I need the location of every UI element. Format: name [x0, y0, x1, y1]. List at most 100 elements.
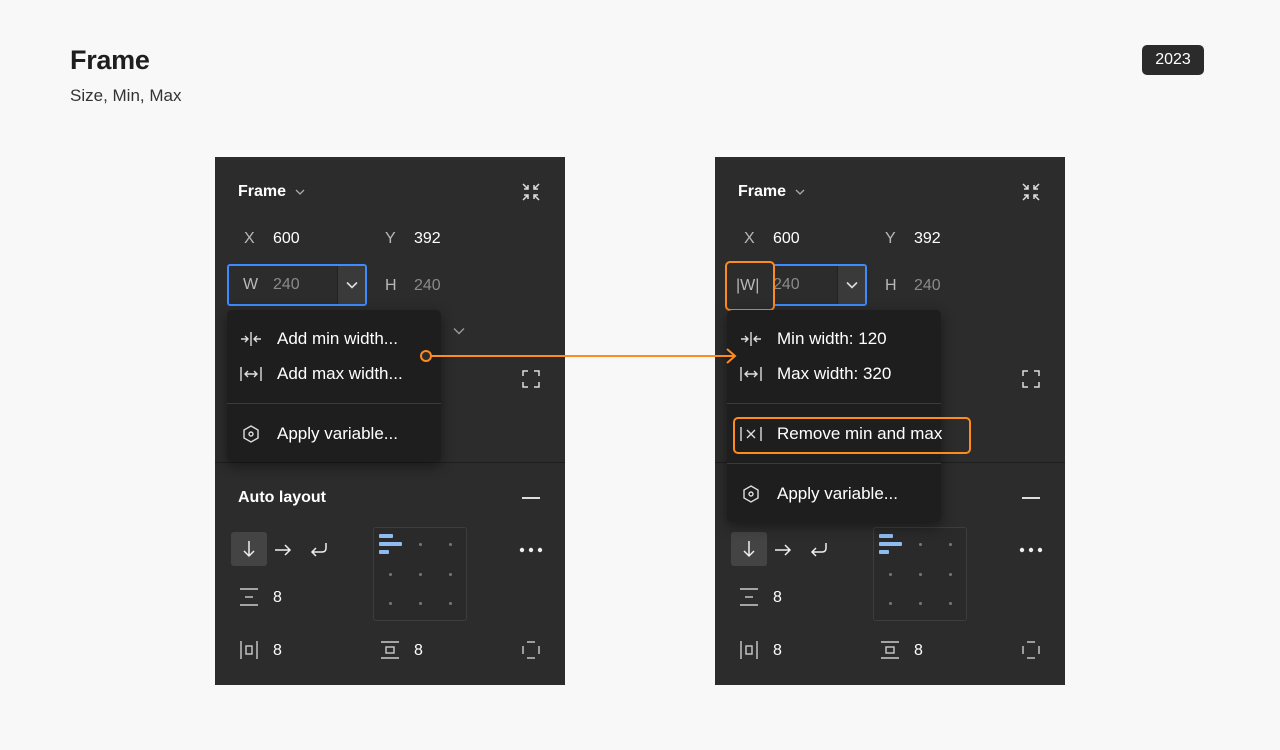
wrap-icon[interactable] [810, 541, 828, 557]
more-options-icon[interactable] [1019, 547, 1043, 553]
menu-separator [727, 403, 941, 404]
grid-dot[interactable] [449, 543, 452, 546]
menu-item-label: Add min width... [277, 329, 398, 348]
width-input-focused[interactable]: W 240 [227, 264, 367, 306]
w-label: W [243, 276, 259, 293]
independent-padding-icon[interactable] [521, 640, 541, 660]
menu-item-label: Apply variable... [277, 424, 398, 443]
grid-dot[interactable] [919, 602, 922, 605]
alignment-grid[interactable] [373, 527, 467, 621]
horizontal-padding-value[interactable]: 8 [773, 641, 782, 661]
chevron-down-icon[interactable] [453, 327, 465, 335]
grid-dot[interactable] [419, 602, 422, 605]
more-options-icon[interactable] [519, 547, 543, 553]
collapse-icon[interactable] [521, 182, 541, 202]
frame-section-title[interactable]: Frame [238, 183, 286, 201]
menu-item-apply-variable[interactable]: Apply variable... [727, 477, 941, 511]
variable-icon [243, 425, 259, 443]
min-max-width-label-highlight: |W| [725, 261, 775, 311]
width-dropdown-menu: Min width: 120 Max width: 320 Remove min… [727, 310, 971, 522]
width-dropdown-button[interactable] [837, 266, 865, 304]
resize-to-fit-icon[interactable] [521, 369, 541, 389]
menu-item-max-width[interactable]: Max width: 320 [727, 357, 941, 391]
menu-separator [227, 403, 441, 404]
grid-dot[interactable] [949, 602, 952, 605]
design-panel-after: Frame X 600 Y 392 240 |W| H 240 8 8 8 Mi… [715, 157, 1065, 685]
frame-section-title[interactable]: Frame [738, 183, 786, 201]
gap-value[interactable]: 8 [273, 588, 282, 608]
y-label: Y [885, 230, 896, 247]
max-width-icon [240, 367, 262, 381]
horizontal-padding-value[interactable]: 8 [273, 641, 282, 661]
menu-item-label: Apply variable... [777, 484, 898, 503]
remove-min-max-highlight [733, 417, 971, 454]
grid-dot[interactable] [949, 573, 952, 576]
alignment-bar [879, 534, 893, 538]
x-input[interactable]: 600 [773, 229, 800, 249]
page-title: Frame [70, 45, 150, 75]
grid-dot[interactable] [449, 602, 452, 605]
grid-dot[interactable] [919, 573, 922, 576]
menu-item-label: Add max width... [277, 364, 403, 383]
alignment-grid[interactable] [873, 527, 967, 621]
grid-dot[interactable] [419, 543, 422, 546]
menu-item-min-width[interactable]: Min width: 120 [727, 322, 941, 356]
w-value[interactable]: 240 [273, 275, 300, 295]
section-divider [215, 462, 565, 463]
variable-icon [743, 485, 759, 503]
remove-auto-layout-icon[interactable] [522, 497, 540, 499]
menu-separator [727, 463, 941, 464]
menu-item-apply-variable[interactable]: Apply variable... [227, 417, 441, 451]
grid-dot[interactable] [389, 573, 392, 576]
grid-dot[interactable] [889, 602, 892, 605]
arrow-down-icon [743, 541, 755, 558]
grid-dot[interactable] [419, 573, 422, 576]
vertical-gap-icon [740, 588, 758, 606]
h-input[interactable]: 240 [914, 276, 941, 296]
gap-value[interactable]: 8 [773, 588, 782, 608]
auto-layout-title: Auto layout [238, 489, 326, 506]
width-dropdown-menu: Add min width... Add max width... Apply … [227, 310, 441, 462]
w-min-max-label: |W| [736, 277, 760, 294]
y-input[interactable]: 392 [414, 229, 441, 249]
direction-vertical-button[interactable] [231, 532, 267, 566]
grid-dot[interactable] [889, 573, 892, 576]
vertical-padding-value[interactable]: 8 [414, 641, 423, 661]
chevron-down-icon[interactable] [795, 188, 805, 196]
remove-auto-layout-icon[interactable] [1022, 497, 1040, 499]
wrap-icon[interactable] [310, 541, 328, 557]
collapse-icon[interactable] [1021, 182, 1041, 202]
horizontal-padding-icon [740, 641, 758, 659]
direction-vertical-button[interactable] [731, 532, 767, 566]
min-width-icon [241, 332, 261, 346]
min-width-icon [741, 332, 761, 346]
menu-item-add-max-width[interactable]: Add max width... [227, 357, 441, 391]
menu-item-label: Min width: 120 [777, 329, 887, 348]
alignment-bar [379, 550, 389, 554]
vertical-gap-icon [240, 588, 258, 606]
year-badge: 2023 [1142, 45, 1204, 75]
resize-to-fit-icon[interactable] [1021, 369, 1041, 389]
x-input[interactable]: 600 [273, 229, 300, 249]
grid-dot[interactable] [919, 543, 922, 546]
y-input[interactable]: 392 [914, 229, 941, 249]
arrow-down-icon [243, 541, 255, 558]
chevron-down-icon[interactable] [295, 188, 305, 196]
w-value[interactable]: 240 [773, 275, 800, 295]
h-input[interactable]: 240 [414, 276, 441, 296]
transition-arrow [420, 348, 737, 364]
grid-dot[interactable] [389, 602, 392, 605]
menu-item-label: Max width: 320 [777, 364, 892, 383]
width-dropdown-button[interactable] [337, 266, 365, 304]
h-label: H [885, 277, 897, 294]
vertical-padding-icon [881, 641, 899, 659]
menu-item-add-min-width[interactable]: Add min width... [227, 322, 441, 356]
arrow-right-icon[interactable] [274, 543, 292, 557]
grid-dot[interactable] [949, 543, 952, 546]
arrow-right-icon[interactable] [774, 543, 792, 557]
max-width-icon [740, 367, 762, 381]
vertical-padding-value[interactable]: 8 [914, 641, 923, 661]
horizontal-padding-icon [240, 641, 258, 659]
independent-padding-icon[interactable] [1021, 640, 1041, 660]
grid-dot[interactable] [449, 573, 452, 576]
